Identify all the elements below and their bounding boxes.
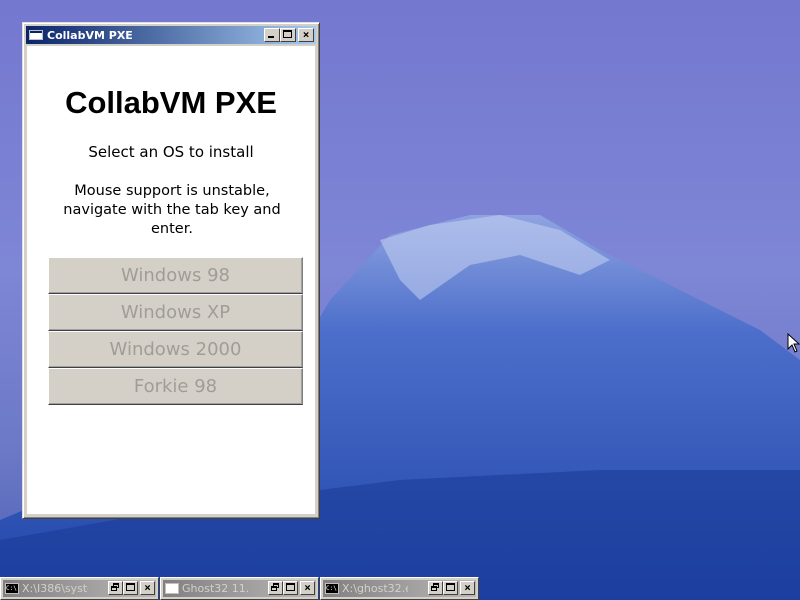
close-button[interactable]: × bbox=[140, 581, 155, 595]
minimized-window-cmd-ghost32[interactable]: C:\ X:\ghost32.exe × bbox=[320, 577, 479, 600]
maximize-icon bbox=[446, 583, 455, 591]
maximize-button[interactable] bbox=[283, 581, 298, 595]
restore-button[interactable] bbox=[268, 581, 283, 595]
window-content: CollabVM PXE Select an OS to install Mou… bbox=[27, 46, 315, 514]
close-button[interactable]: × bbox=[298, 28, 314, 42]
maximize-button[interactable] bbox=[123, 581, 138, 595]
os-option-windows-98-button[interactable]: Windows 98 bbox=[48, 257, 303, 294]
close-icon: × bbox=[304, 581, 311, 594]
minimized-window-controls: × bbox=[428, 581, 475, 595]
minimized-window-titlebar[interactable]: Ghost32 11.0 × bbox=[163, 580, 316, 597]
close-icon: × bbox=[302, 28, 310, 41]
mouse-cursor-icon bbox=[787, 333, 800, 353]
minimize-button[interactable] bbox=[264, 28, 280, 42]
close-icon: × bbox=[464, 581, 471, 594]
minimized-window-controls: × bbox=[108, 581, 155, 595]
window-title: CollabVM PXE bbox=[47, 28, 133, 42]
mouse-warning-text: Mouse support is unstable, navigate with… bbox=[63, 183, 281, 237]
command-prompt-icon: C:\ bbox=[325, 583, 339, 594]
minimized-window-titlebar[interactable]: C:\ X:\I386\system32... × bbox=[3, 580, 156, 597]
page-subtitle: Select an OS to install bbox=[88, 143, 254, 161]
window-controls: × bbox=[264, 28, 314, 42]
minimized-window-ghost32[interactable]: Ghost32 11.0 × bbox=[160, 577, 319, 600]
minimize-icon bbox=[268, 36, 274, 38]
window-icon bbox=[165, 583, 179, 594]
os-option-windows-xp-button[interactable]: Windows XP bbox=[48, 294, 303, 331]
minimized-window-title: Ghost32 11.0 bbox=[182, 582, 248, 595]
restore-button[interactable] bbox=[428, 581, 443, 595]
maximize-icon bbox=[126, 583, 135, 591]
minimized-window-controls: × bbox=[268, 581, 315, 595]
minimized-window-cmd-system32[interactable]: C:\ X:\I386\system32... × bbox=[0, 577, 159, 600]
maximize-icon bbox=[286, 583, 295, 591]
os-option-windows-2000-button[interactable]: Windows 2000 bbox=[48, 331, 303, 368]
window-app-icon bbox=[29, 30, 43, 40]
os-option-list: Windows 98 Windows XP Windows 2000 Forki… bbox=[48, 257, 303, 405]
minimized-window-title: X:\I386\system32... bbox=[22, 582, 88, 595]
maximize-button[interactable] bbox=[443, 581, 458, 595]
maximize-button[interactable] bbox=[280, 28, 296, 42]
close-button[interactable]: × bbox=[460, 581, 475, 595]
restore-button[interactable] bbox=[108, 581, 123, 595]
close-button[interactable]: × bbox=[300, 581, 315, 595]
os-option-forkie-98-button[interactable]: Forkie 98 bbox=[48, 368, 303, 405]
restore-icon bbox=[431, 583, 439, 591]
maximize-icon bbox=[283, 30, 292, 38]
collabvm-pxe-window[interactable]: CollabVM PXE × CollabVM PXE Select an OS… bbox=[22, 22, 320, 519]
close-icon: × bbox=[144, 581, 151, 594]
minimized-window-title: X:\ghost32.exe bbox=[342, 582, 408, 595]
window-titlebar[interactable]: CollabVM PXE × bbox=[26, 26, 316, 44]
restore-icon bbox=[271, 583, 279, 591]
minimized-window-titlebar[interactable]: C:\ X:\ghost32.exe × bbox=[323, 580, 476, 597]
command-prompt-icon: C:\ bbox=[5, 583, 19, 594]
page-title: CollabVM PXE bbox=[65, 85, 277, 120]
restore-icon bbox=[111, 583, 119, 591]
